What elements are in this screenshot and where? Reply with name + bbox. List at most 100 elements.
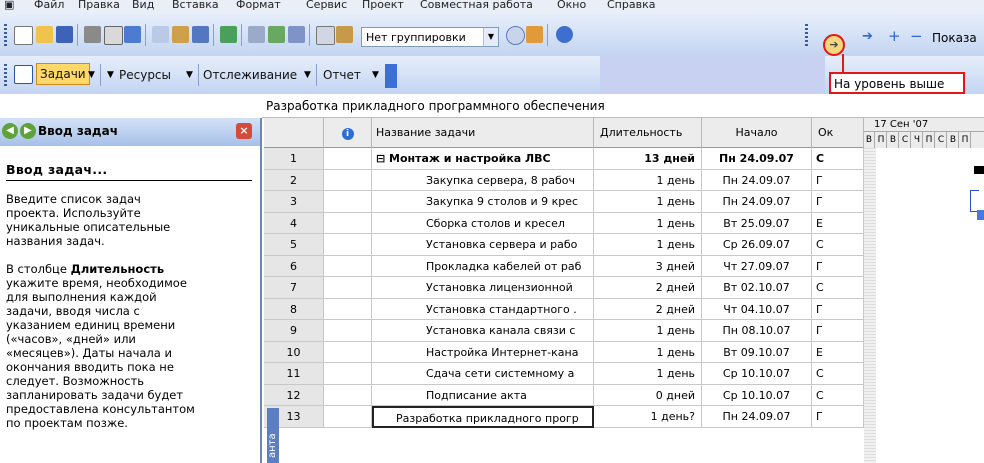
save-icon[interactable] (56, 26, 73, 43)
task-name-cell[interactable]: ⊟ Монтаж и настройка ЛВС (372, 148, 594, 170)
row-id-cell[interactable]: 10 (264, 341, 324, 363)
row-id-cell[interactable]: 5 (264, 234, 324, 256)
indicator-cell[interactable] (324, 234, 372, 256)
task-duration-cell[interactable]: 1 день? (594, 406, 702, 428)
chevron-down-icon[interactable]: ▼ (186, 70, 193, 80)
print-icon[interactable] (84, 26, 101, 43)
task-start-cell[interactable]: Чт 27.09.07 (702, 255, 812, 277)
menu-file[interactable]: Файл (34, 0, 64, 11)
menu-format[interactable]: Формат (236, 0, 281, 11)
table-row[interactable]: 6 Прокладка кабелей от раб 3 дней Чт 27.09.… (264, 255, 864, 277)
task-bar[interactable] (977, 210, 984, 220)
indicator-cell[interactable] (324, 212, 372, 234)
indicator-cell[interactable] (324, 277, 372, 299)
task-name-cell[interactable]: Установка лицензионной (372, 277, 594, 299)
select-all-cell[interactable] (264, 118, 324, 148)
split-task-icon[interactable] (288, 26, 305, 43)
indicator-cell[interactable] (324, 363, 372, 385)
indicator-cell[interactable] (324, 255, 372, 277)
task-duration-cell[interactable]: 1 день (594, 234, 702, 256)
indicator-cell[interactable] (324, 191, 372, 213)
print-preview-icon[interactable] (104, 26, 123, 45)
table-row[interactable]: 13 Разработка прикладного прогр 1 день? Пн … (264, 406, 864, 428)
table-row[interactable]: 7 Установка лицензионной 2 дней Вт 02.10.07… (264, 277, 864, 299)
task-name-cell[interactable]: Разработка прикладного прогр (372, 406, 594, 428)
close-icon[interactable]: × (236, 123, 252, 139)
task-duration-cell[interactable]: 1 день (594, 320, 702, 342)
guide-toggle-icon[interactable] (14, 65, 33, 84)
task-info-icon[interactable] (316, 26, 335, 45)
goto-task-icon[interactable] (526, 26, 543, 43)
task-duration-cell[interactable]: 2 дней (594, 298, 702, 320)
task-name-cell[interactable]: Настройка Интернет-кана (372, 341, 594, 363)
table-row[interactable]: 8 Установка стандартного . 2 дней Чт 04.10.… (264, 298, 864, 320)
column-header-info[interactable]: i (324, 118, 372, 148)
task-start-cell[interactable]: Вт 02.10.07 (702, 277, 812, 299)
table-row[interactable]: 10 Настройка Интернет-кана 1 день Вт 09.10.… (264, 341, 864, 363)
view-bar[interactable]: анта (267, 408, 279, 463)
tab-resources[interactable]: Ресурсы (119, 64, 171, 86)
copy-icon[interactable] (152, 26, 169, 43)
task-name-cell[interactable]: Закупка 9 столов и 9 крес (372, 191, 594, 213)
tab-tasks[interactable]: Задачи (36, 63, 90, 85)
column-header-name[interactable]: Название задачи (372, 118, 594, 148)
task-duration-cell[interactable]: 3 дней (594, 255, 702, 277)
column-header-duration[interactable]: Длительность (594, 118, 702, 148)
task-duration-cell[interactable]: 1 день (594, 169, 702, 191)
task-finish-cell[interactable]: Г (812, 320, 864, 342)
menu-help[interactable]: Справка (607, 0, 655, 11)
task-duration-cell[interactable]: 13 дней (594, 148, 702, 170)
chevron-down-icon[interactable]: ▼ (88, 70, 95, 80)
task-start-cell[interactable]: Ср 10.10.07 (702, 384, 812, 406)
collapse-icon[interactable]: ⊟ (376, 152, 389, 165)
chevron-down-icon[interactable]: ▼ (107, 70, 114, 80)
task-finish-cell[interactable]: С (812, 148, 864, 170)
table-row[interactable]: 9 Установка канала связи с 1 день Пн 08.10.… (264, 320, 864, 342)
task-name-cell[interactable]: Прокладка кабелей от раб (372, 255, 594, 277)
resources-icon[interactable] (220, 26, 237, 43)
row-id-cell[interactable]: 6 (264, 255, 324, 277)
notes-icon[interactable] (336, 26, 353, 43)
task-name-cell[interactable]: Сборка столов и кресел (372, 212, 594, 234)
task-finish-cell[interactable]: Г (812, 255, 864, 277)
forward-icon[interactable]: ▶ (20, 123, 36, 139)
task-finish-cell[interactable]: Г (812, 298, 864, 320)
menu-edit[interactable]: Правка (78, 0, 120, 11)
task-name-cell[interactable]: Установка сервера и рабо (372, 234, 594, 256)
indent-icon[interactable]: ➔ (862, 29, 873, 44)
table-row[interactable]: 11 Сдача сети системному а 1 день Ср 10.10.… (264, 363, 864, 385)
chevron-down-icon[interactable]: ▼ (304, 70, 311, 80)
grouping-select[interactable]: Нет группировки ▼ (361, 27, 499, 47)
row-id-cell[interactable]: 4 (264, 212, 324, 234)
project-name-bar[interactable]: Разработка прикладного программного обес… (262, 94, 984, 118)
table-row[interactable]: 4 Сборка столов и кресел 1 день Вт 25.09.07… (264, 212, 864, 234)
minus-icon[interactable]: − (910, 27, 923, 45)
task-start-cell[interactable]: Ср 26.09.07 (702, 234, 812, 256)
row-id-cell[interactable]: 1 (264, 148, 324, 170)
toolbar-grip[interactable] (4, 64, 7, 86)
task-finish-cell[interactable]: Г (812, 191, 864, 213)
task-start-cell[interactable]: Чт 04.10.07 (702, 298, 812, 320)
row-id-cell[interactable]: 9 (264, 320, 324, 342)
indicator-cell[interactable] (324, 341, 372, 363)
back-icon[interactable]: ◀ (2, 123, 18, 139)
task-finish-cell[interactable]: Е (812, 212, 864, 234)
task-finish-cell[interactable]: С (812, 277, 864, 299)
task-start-cell[interactable]: Ср 10.10.07 (702, 363, 812, 385)
chevron-down-icon[interactable]: ▼ (483, 28, 498, 46)
unlink-tasks-icon[interactable] (268, 26, 285, 43)
menu-insert[interactable]: Вставка (172, 0, 219, 11)
table-row[interactable]: 2 Закупка сервера, 8 рабоч 1 день Пн 24.09.… (264, 169, 864, 191)
task-name-cell[interactable]: Установка канала связи с (372, 320, 594, 342)
open-icon[interactable] (36, 26, 53, 43)
task-finish-cell[interactable]: Г (812, 406, 864, 428)
menu-view[interactable]: Вид (132, 0, 154, 11)
task-duration-cell[interactable]: 1 день (594, 212, 702, 234)
task-start-cell[interactable]: Пн 24.09.07 (702, 406, 812, 428)
row-id-cell[interactable]: 8 (264, 298, 324, 320)
task-name-cell[interactable]: Закупка сервера, 8 рабоч (372, 169, 594, 191)
menu-project[interactable]: Проект (362, 0, 404, 11)
task-duration-cell[interactable]: 1 день (594, 191, 702, 213)
task-duration-cell[interactable]: 0 дней (594, 384, 702, 406)
zoom-in-icon[interactable] (506, 26, 525, 45)
